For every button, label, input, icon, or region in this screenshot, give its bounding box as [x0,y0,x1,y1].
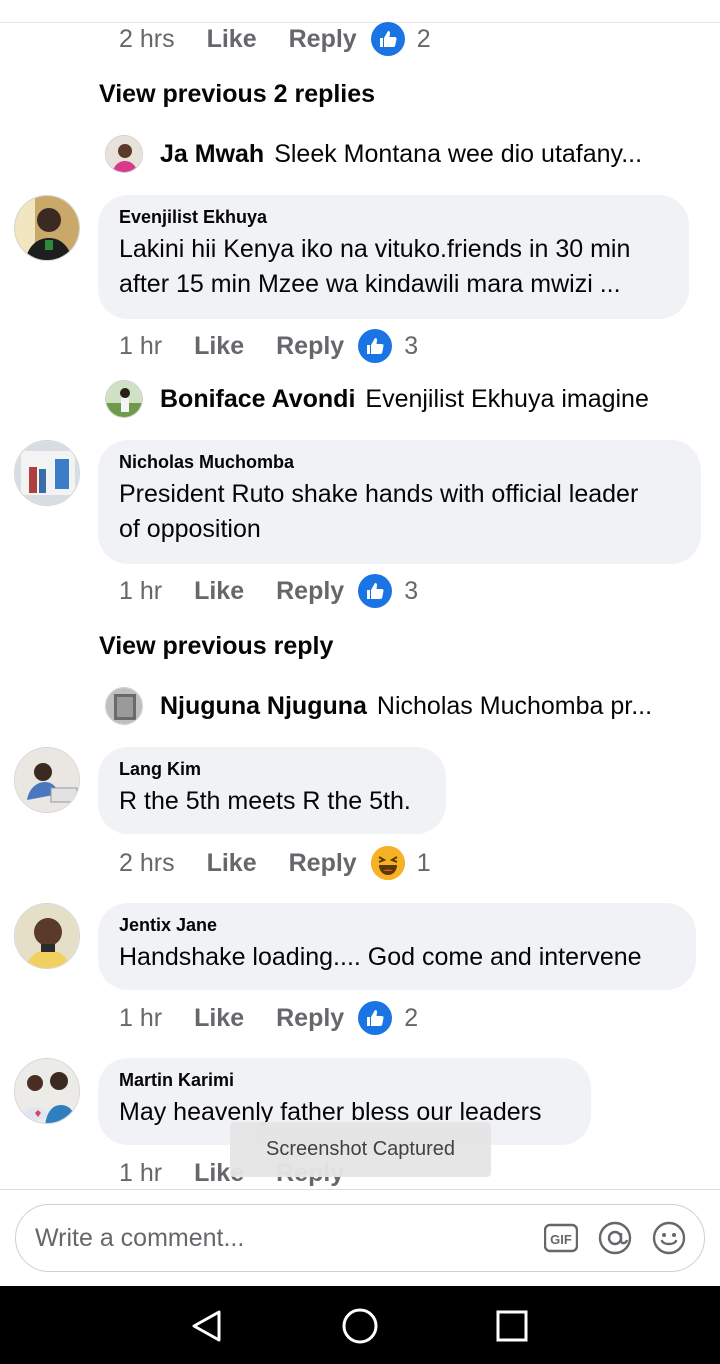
avatar[interactable] [14,747,80,813]
comment-meta-row: 2 hrs Like Reply 1 [119,845,431,881]
reply-author[interactable]: Njuguna Njuguna [160,692,367,721]
comment-time: 1 hr [119,576,163,605]
comment-text: President Ruto shake hands with official… [119,477,679,547]
comment-line: President Ruto shake hands with official… [119,480,639,508]
reaction-count: 3 [404,331,419,360]
like-action[interactable]: Like [207,849,257,878]
avatar[interactable] [105,380,143,418]
avatar[interactable] [14,1058,80,1124]
like-reaction-icon[interactable] [358,574,393,608]
reaction-count: 2 [416,24,431,53]
reply-preview[interactable]: Ja Mwah Sleek Montana wee dio utafany... [105,134,642,174]
reply-action[interactable]: Reply [276,577,344,606]
comment-time: 1 hr [119,331,163,360]
reaction-count: 1 [416,848,431,877]
comment-text: Lakini hii Kenya iko na vituko.friends i… [119,232,667,302]
gif-label: GIF [550,1232,572,1247]
comment-author[interactable]: Evenjilist Ekhuya [119,207,667,228]
composer-divider [0,1189,720,1190]
comment-time: 1 hr [119,1158,163,1187]
like-action[interactable]: Like [194,332,244,361]
comment-line: after 15 min Mzee wa kindawili mara mwiz… [119,270,621,298]
emoji-icon[interactable] [652,1221,686,1255]
screenshot-toast: Screenshot Captured [230,1122,491,1177]
reply-author[interactable]: Boniface Avondi [160,385,355,414]
avatar[interactable] [105,135,143,173]
like-reaction-icon[interactable] [370,22,405,56]
back-icon[interactable] [184,1304,228,1348]
comment-meta-row: 2 hrs Like Reply 2 [119,21,431,57]
avatar[interactable] [105,687,143,725]
comment-composer[interactable]: Write a comment... GIF [15,1204,705,1272]
comment-line: Lakini hii Kenya iko na vituko.friends i… [119,235,631,263]
like-action[interactable]: Like [207,25,257,54]
comment-time: 2 hrs [119,24,175,53]
reply-action[interactable]: Reply [289,849,357,878]
system-navigation-bar [0,1286,720,1364]
like-action[interactable]: Like [194,577,244,606]
comment-text: Handshake loading.... God come and inter… [119,940,674,975]
comment-text: R the 5th meets R the 5th. [119,784,424,819]
reply-text: Nicholas Muchomba pr... [376,691,653,720]
avatar[interactable] [14,903,80,969]
comment-input[interactable]: Write a comment... [35,1224,544,1253]
home-icon[interactable] [338,1304,382,1348]
comment-bubble: Nicholas Muchomba President Ruto shake h… [98,440,701,564]
comment-author[interactable]: Lang Kim [119,759,424,780]
comment-meta-row: 1 hr Like Reply 3 [119,328,418,364]
reply-text: Sleek Montana wee dio utafany... [274,139,643,168]
mention-icon[interactable] [598,1221,632,1255]
comment-author[interactable]: Nicholas Muchomba [119,452,679,473]
haha-reaction-icon[interactable] [370,846,405,880]
comment-time: 1 hr [119,1003,163,1032]
reply-action[interactable]: Reply [276,332,344,361]
comment-meta-row: 1 hr Like Reply 2 [119,1000,418,1036]
reply-text: Evenjilist Ekhuya imagine [365,384,649,413]
like-action[interactable]: Like [194,1004,244,1033]
comment-line: Handshake loading.... God come and inter… [119,943,642,971]
reply-action[interactable]: Reply [276,1004,344,1033]
reaction-count: 3 [404,576,419,605]
comment-bubble: Evenjilist Ekhuya Lakini hii Kenya iko n… [98,195,689,319]
view-previous-replies[interactable]: View previous 2 replies [99,80,375,109]
comment-author[interactable]: Jentix Jane [119,915,674,936]
comment-bubble: Lang Kim R the 5th meets R the 5th. [98,747,446,834]
gif-icon[interactable]: GIF [544,1221,578,1255]
comment-line: of opposition [119,515,261,543]
reply-preview[interactable]: Njuguna Njuguna Nicholas Muchomba pr... [105,686,652,726]
like-reaction-icon[interactable] [358,1001,393,1035]
view-previous-replies[interactable]: View previous reply [99,632,333,661]
avatar[interactable] [14,195,80,261]
reaction-count: 2 [404,1003,419,1032]
comment-author[interactable]: Martin Karimi [119,1070,569,1091]
like-reaction-icon[interactable] [358,329,393,363]
recents-icon[interactable] [490,1304,534,1348]
comment-bubble: Jentix Jane Handshake loading.... God co… [98,903,696,990]
comment-time: 2 hrs [119,848,175,877]
reply-author[interactable]: Ja Mwah [160,140,264,169]
avatar[interactable] [14,440,80,506]
reply-preview[interactable]: Boniface Avondi Evenjilist Ekhuya imagin… [105,379,649,419]
comment-meta-row: 1 hr Like Reply 3 [119,573,418,609]
reply-action[interactable]: Reply [289,25,357,54]
comment-line: R the 5th meets R the 5th. [119,787,411,815]
